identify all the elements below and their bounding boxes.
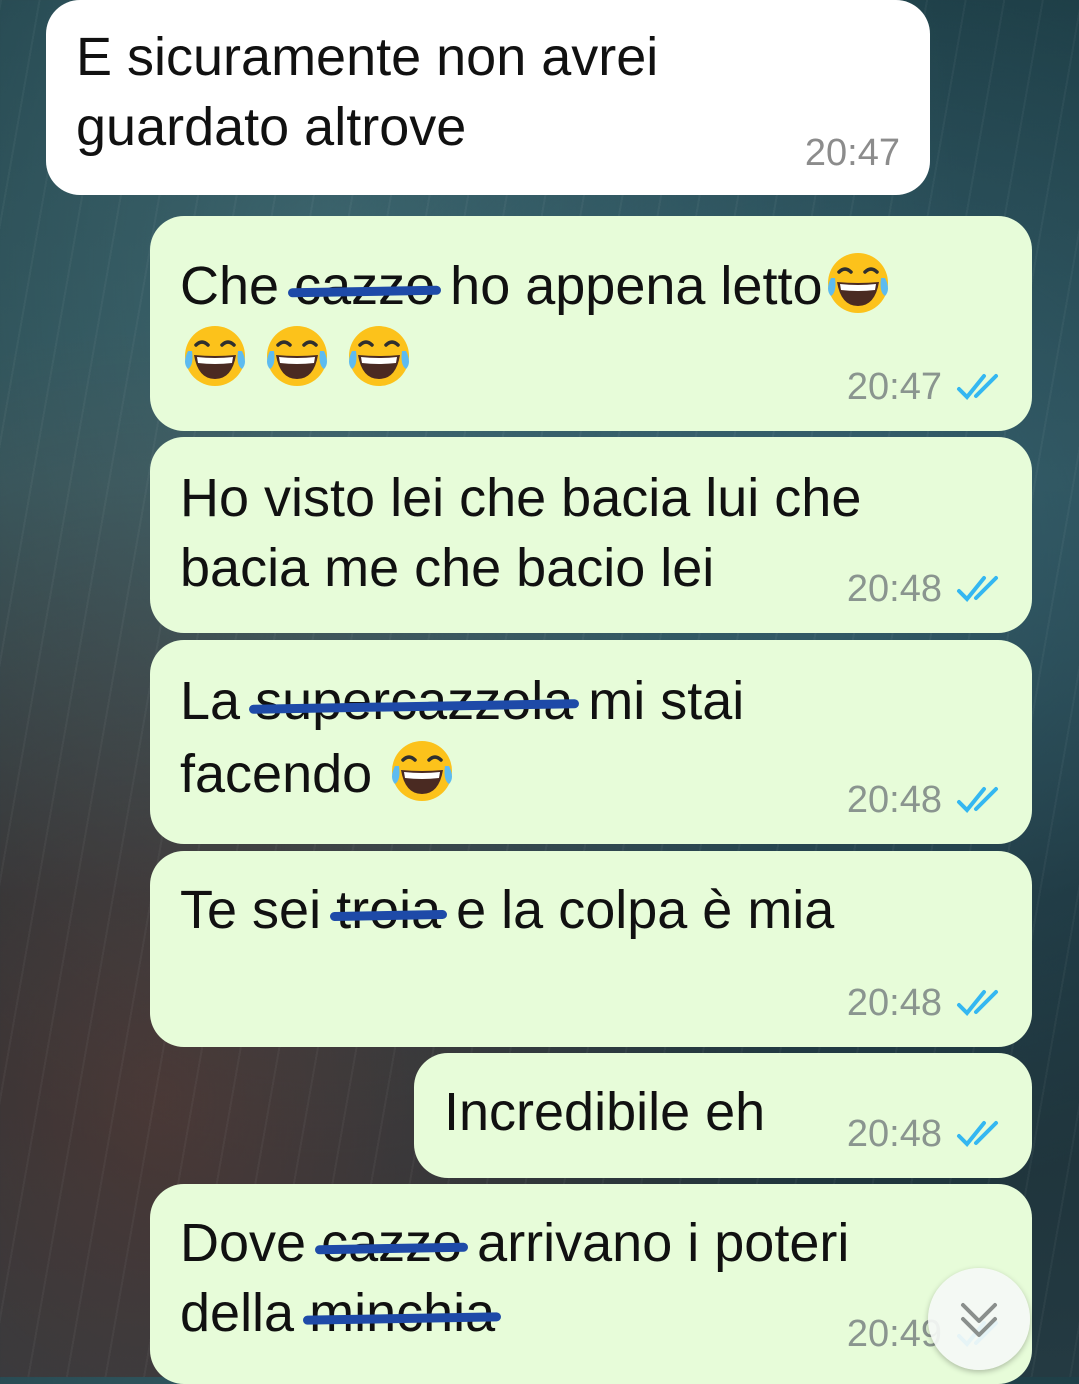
double-check-icon (957, 990, 998, 1016)
message-bubble-incoming[interactable]: E sicuramente non avrei guardato altrove … (46, 0, 930, 195)
message-bubble-outgoing[interactable]: Ho visto lei che bacia lui che bacia me c… (150, 437, 1032, 633)
emoji-laughing-icon (344, 321, 414, 391)
message-bubble-outgoing[interactable]: Incredibile eh 20:48 (414, 1053, 1032, 1178)
redacted-word: cazzo (321, 1208, 462, 1278)
message-bubble-outgoing[interactable]: La supercazzola mi stai facendo 20:48 (150, 640, 1032, 844)
redacted-word: supercazzola (255, 666, 573, 736)
message-meta: 20:48 (847, 983, 1002, 1023)
redacted-word: minchia (309, 1278, 495, 1348)
emoji-laughing-icon (180, 321, 250, 391)
message-meta: 20:47 (805, 133, 900, 173)
message-text: Te sei troia e la colpa è mia (180, 875, 1002, 945)
message-text: E sicuramente non avrei guardato altrove (76, 27, 659, 157)
message-time: 20:48 (846, 779, 942, 821)
message-meta: 20:48 (847, 569, 1002, 609)
message-bubble-outgoing[interactable]: Dove cazzo arrivano i poteri della minchi… (150, 1184, 1032, 1384)
emoji-laughing-icon (262, 321, 332, 391)
double-chevron-down-icon (961, 1303, 997, 1337)
message-meta: 20:48 (847, 780, 1002, 820)
message-meta: 20:47 (847, 367, 1002, 407)
redacted-word: troia (336, 875, 441, 945)
redacted-word: cazzo (294, 251, 435, 321)
message-bubble-outgoing[interactable]: Te sei troia e la colpa è mia 20:48 (150, 851, 1032, 1047)
message-time: 20:48 (846, 568, 942, 610)
double-check-icon (957, 787, 998, 813)
message-time: 20:47 (804, 132, 900, 174)
emoji-laughing-icon (823, 248, 893, 318)
emoji-laughing-icon (387, 736, 457, 806)
message-time: 20:48 (846, 982, 942, 1024)
message-meta: 20:48 (847, 1114, 1002, 1154)
message-bubble-outgoing[interactable]: Che cazzo ho appena letto 20:47 (150, 216, 1032, 431)
double-check-icon (957, 374, 998, 400)
double-check-icon (957, 1121, 998, 1147)
message-time: 20:48 (846, 1113, 942, 1155)
scroll-to-bottom-button[interactable] (928, 1268, 1030, 1370)
double-check-icon (957, 576, 998, 602)
message-time: 20:47 (846, 366, 942, 408)
